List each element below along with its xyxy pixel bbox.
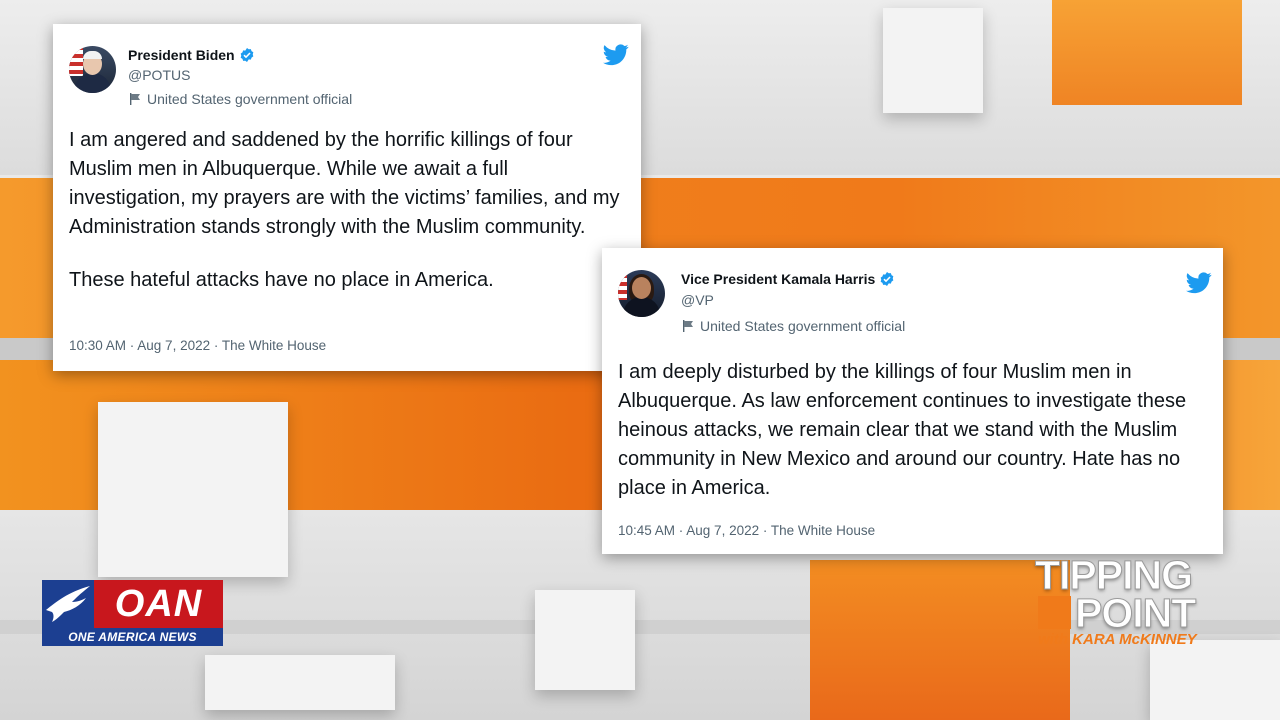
tweet-handle[interactable]: @POTUS xyxy=(128,67,190,83)
background-orange-block xyxy=(1052,0,1242,105)
eagle-icon xyxy=(42,580,94,628)
flag-graphic xyxy=(69,46,83,76)
oan-logo-tagline: ONE AMERICA NEWS xyxy=(42,628,223,646)
tweet-handle[interactable]: @VP xyxy=(681,292,714,308)
background-square xyxy=(1150,640,1280,720)
avatar[interactable] xyxy=(618,270,665,317)
tweet-timestamp[interactable]: 10:45 AM · Aug 7, 2022 · The White House xyxy=(618,523,875,538)
tweet-paragraph: These hateful attacks have no place in A… xyxy=(69,269,494,291)
background-square xyxy=(883,8,983,113)
tweet-paragraph: I am deeply disturbed by the killings of… xyxy=(618,361,1187,499)
tweet-text: I am deeply disturbed by the killings of… xyxy=(618,358,1213,503)
background-square xyxy=(535,590,635,690)
oan-logo-letters: OAN xyxy=(114,583,203,625)
verified-badge-icon xyxy=(240,48,253,62)
tweet-card: President Biden @POTUS United States gov… xyxy=(53,24,641,371)
show-host-line: with KARA McKINNEY xyxy=(1038,631,1197,648)
avatar-hair xyxy=(83,51,102,59)
verified-badge-icon xyxy=(880,272,894,286)
tweet-author[interactable]: Vice President Kamala Harris xyxy=(681,271,895,287)
twitter-bird-icon xyxy=(1186,272,1212,294)
government-label-text: United States government official xyxy=(700,318,906,334)
tweet-card: Vice President Kamala Harris @VP United … xyxy=(602,248,1223,554)
flag-icon xyxy=(130,93,140,105)
twitter-bird-icon xyxy=(603,44,629,66)
government-label: United States government official xyxy=(682,318,905,334)
background-square xyxy=(98,402,288,577)
government-label: United States government official xyxy=(129,91,352,107)
tweet-timestamp[interactable]: 10:30 AM · Aug 7, 2022 · The White House xyxy=(69,338,326,353)
avatar[interactable] xyxy=(69,46,116,93)
flag-icon xyxy=(683,320,693,332)
avatar-body xyxy=(623,297,660,317)
tipping-point-logo: TIPPING POINT with KARA McKINNEY xyxy=(1034,554,1227,650)
background-orange-block xyxy=(810,560,1070,720)
flag-graphic xyxy=(618,274,627,300)
show-logo-square xyxy=(1038,596,1071,629)
government-label-text: United States government official xyxy=(147,91,353,107)
oan-logo: OAN ONE AMERICA NEWS xyxy=(42,580,223,646)
tweet-author[interactable]: President Biden xyxy=(128,47,255,63)
avatar-head xyxy=(632,277,651,299)
tweet-text: I am angered and saddened by the horrifi… xyxy=(69,126,629,295)
tweet-paragraph: I am angered and saddened by the horrifi… xyxy=(69,129,620,238)
background-square xyxy=(205,655,395,710)
author-name: Vice President Kamala Harris xyxy=(681,271,876,287)
show-title-line2: POINT xyxy=(1074,590,1196,636)
author-name: President Biden xyxy=(128,47,235,63)
avatar-body xyxy=(74,73,111,93)
